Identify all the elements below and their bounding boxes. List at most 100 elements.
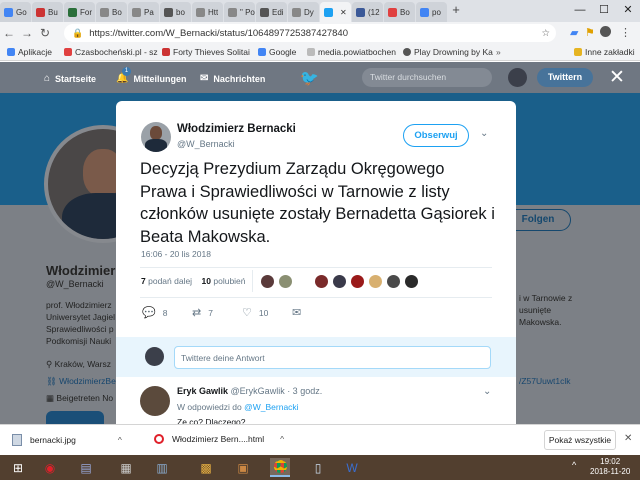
liker-avatar[interactable] [279,275,292,288]
profile-tweet-to-button[interactable] [46,411,104,424]
retweet-action[interactable]: ⇄ 7 [192,306,213,319]
app-icon[interactable]: ▤ [76,458,96,477]
reply-action[interactable]: 💬 8 [142,306,167,319]
tweet-button[interactable]: Twittern [537,68,593,87]
tweet-author-name[interactable]: Włodzimierz Bernacki [177,123,296,135]
reply-author[interactable]: Eryk Gawlik @ErykGawlik · 3 godz. [177,386,322,396]
browser-tab[interactable]: Bo [384,2,415,22]
bookmark-item[interactable]: media.powiatbochen [307,47,396,57]
browser-tab[interactable]: Go [0,2,31,22]
back-button[interactable]: ← [0,26,18,40]
like-label[interactable]: polubień [213,276,245,286]
liker-avatar[interactable] [387,275,400,288]
browser-tab[interactable]: Pa [128,2,159,22]
browser-tab[interactable]: Dy [288,2,319,22]
direct-message-action[interactable]: ✉ [292,306,308,319]
browser-tab[interactable]: bo [160,2,191,22]
tab-label: Pa [144,7,154,17]
menu-icon[interactable]: ⋮ [620,26,631,39]
new-tab-button[interactable]: + [448,2,464,22]
bookmark-item[interactable]: Google [258,47,296,57]
liker-avatar[interactable] [405,275,418,288]
tray-chevron-icon[interactable]: ^ [572,460,576,470]
bookmark-item[interactable]: Forty Thieves Solitai [162,47,250,57]
forward-button[interactable]: → [18,26,36,40]
browser-tab[interactable]: (12 [352,2,383,22]
browser-tab-strip: Go Bu For Bo Pa bo Htt " Po Edi Dy ✕ (12 Bo po + — ☐ … [0,0,640,22]
more-bookmarks[interactable]: » [496,47,501,57]
tab-label: Bu [48,7,58,17]
chevron-down-icon[interactable]: ⌄ [480,128,488,139]
extension-icon[interactable]: ▰ [570,26,578,39]
tweet-timestamp[interactable]: 16:06 - 20 lis 2018 [141,249,211,259]
close-icon[interactable]: ✕ [624,433,632,444]
bookmark-other[interactable]: Inne zakładki [574,47,635,57]
like-action[interactable]: ♡ 10 [242,306,268,319]
bookmark-star-icon[interactable]: ☆ [541,28,550,39]
reload-button[interactable]: ↻ [36,26,54,40]
media-icon[interactable]: ▩ [196,458,216,477]
download-item[interactable]: Włodzimierz Bern....html ^ [154,434,284,444]
tab-label: Bo [112,7,122,17]
maximize-button[interactable]: ☐ [592,0,616,22]
address-bar[interactable]: 🔒 https://twitter.com/W_Bernacki/status/… [64,24,556,42]
browser-tab[interactable]: Bo [96,2,127,22]
document-icon[interactable]: ▯ [308,458,328,477]
bookmark-favicon-icon [64,48,72,56]
liker-avatar[interactable] [369,275,382,288]
bookmark-apps[interactable]: Aplikacje [7,47,52,57]
lock-icon: 🔒 [72,27,84,38]
app-icon[interactable]: ▥ [152,458,172,477]
nav-messages[interactable]: ✉ Nachrichten [200,73,265,84]
bookmark-item[interactable]: Czasbocheński.pl - sz [64,47,158,57]
retweet-label[interactable]: podań dalej [148,276,192,286]
tweet-modal: Włodzimierz Bernacki @W_Bernacki Obserwu… [116,101,516,431]
show-all-downloads-button[interactable]: Pokaż wszystkie [544,430,616,450]
liker-avatar[interactable] [351,275,364,288]
windows-start-icon[interactable]: ⊞ [8,458,28,477]
twitter-bird-icon[interactable]: 🐦 [300,69,319,87]
profile-avatar-icon[interactable] [600,26,611,40]
liker-avatar[interactable] [315,275,328,288]
extension-icon[interactable]: ⚑ [585,26,595,39]
download-item[interactable]: bernacki.jpg ^ [12,434,122,446]
reply-mention-link[interactable]: @W_Bernacki [244,402,298,412]
follow-button[interactable]: Obserwuj [403,124,469,147]
browser-tab[interactable]: " Po [224,2,255,22]
like-count[interactable]: 10 [202,276,211,286]
chevron-up-icon[interactable]: ^ [118,435,122,445]
bookmark-item[interactable]: Play Drowning by Ka [403,47,493,57]
browser-tab[interactable]: Htt [192,2,223,22]
tweet-author-handle[interactable]: @W_Bernacki [177,139,235,149]
liker-avatar[interactable] [261,275,274,288]
calculator-icon[interactable]: ▦ [116,458,136,477]
minimize-button[interactable]: — [568,0,592,22]
opera-icon[interactable]: ◉ [40,458,60,477]
retweet-count[interactable]: 7 [141,276,146,286]
liker-avatar[interactable] [333,275,346,288]
close-modal-button[interactable]: ✕ [609,66,625,89]
avatar[interactable] [140,386,170,416]
profile-link[interactable]: ⛓ WłodzimierzBe [46,376,116,387]
bookmarks-bar: Aplikacje Czasbocheński.pl - sz Forty Th… [0,44,640,61]
avatar[interactable] [141,122,171,152]
chevron-up-icon[interactable]: ^ [280,434,284,444]
browser-tab[interactable]: Edi [256,2,287,22]
word-icon[interactable]: W [342,458,362,477]
browser-tab[interactable]: ✕ [320,2,351,22]
twitter-search-input[interactable]: Twitter durchsuchen [362,68,492,87]
reply-input[interactable]: Twittere deine Antwort [174,346,491,369]
chrome-icon[interactable] [270,458,290,477]
nav-home[interactable]: ⌂ Startseite [44,73,96,84]
browser-tab[interactable]: Bu [32,2,63,22]
close-tab-icon[interactable]: ✕ [340,8,347,17]
chevron-down-icon[interactable]: ⌄ [483,386,491,397]
avatar[interactable] [508,68,527,87]
browser-tab[interactable]: For [64,2,95,22]
app-icon[interactable]: ▣ [233,458,253,477]
background-tweet-text: i w Tarnowie z [519,293,573,303]
browser-tab[interactable]: po [416,2,447,22]
reply-author-name[interactable]: Eryk Gawlik [177,386,228,396]
system-clock[interactable]: 19:02 2018-11-20 [590,457,630,477]
close-window-button[interactable]: ✕ [616,0,640,22]
